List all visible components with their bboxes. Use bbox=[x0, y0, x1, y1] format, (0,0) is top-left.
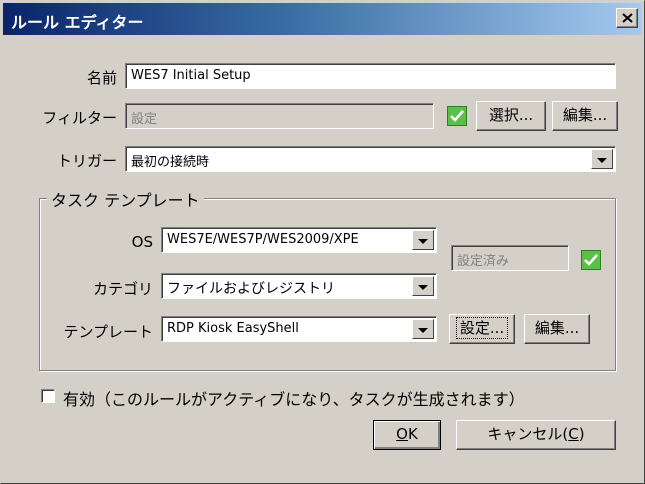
template-configured-checkbox[interactable] bbox=[581, 250, 601, 270]
cancel-mnemonic: C bbox=[568, 425, 579, 443]
trigger-label: トリガー bbox=[56, 152, 117, 170]
ok-label-rest: K bbox=[407, 425, 418, 443]
chevron-down-icon[interactable] bbox=[591, 149, 613, 169]
template-edit-button[interactable]: 編集... bbox=[524, 314, 590, 344]
cancel-label-suffix: ) bbox=[578, 425, 585, 443]
chevron-down-icon[interactable] bbox=[412, 276, 434, 296]
trigger-dropdown[interactable]: 最初の接続時 bbox=[125, 146, 616, 172]
cancel-label-prefix: キャンセル( bbox=[487, 425, 569, 443]
category-label: カテゴリ bbox=[92, 280, 153, 298]
check-icon bbox=[450, 110, 464, 122]
ok-button[interactable]: OK bbox=[373, 420, 441, 450]
check-icon bbox=[584, 254, 598, 266]
window-title: ルール エディター bbox=[11, 13, 144, 32]
template-settings-button[interactable]: 設定... bbox=[449, 314, 515, 344]
os-label: OS bbox=[131, 233, 153, 251]
ok-mnemonic: O bbox=[396, 425, 408, 443]
template-status-field: 設定済み bbox=[451, 245, 569, 271]
trigger-value: 最初の接続時 bbox=[131, 155, 210, 170]
filter-select-button[interactable]: 選択... bbox=[476, 101, 546, 131]
template-label: テンプレート bbox=[63, 323, 153, 341]
close-button[interactable] bbox=[616, 8, 638, 28]
name-label: 名前 bbox=[86, 69, 117, 87]
enable-label: 有効（このルールがアクティブになり、タスクが生成されます） bbox=[63, 390, 525, 409]
filter-label: フィルター bbox=[42, 109, 117, 127]
template-settings-label: 設定... bbox=[455, 317, 509, 339]
cancel-button[interactable]: キャンセル(C) bbox=[456, 420, 616, 450]
template-value: RDP Kiosk EasyShell bbox=[167, 321, 299, 336]
os-dropdown[interactable]: WES7E/WES7P/WES2009/XPE bbox=[161, 227, 437, 253]
close-icon bbox=[622, 13, 633, 23]
filter-edit-button[interactable]: 編集... bbox=[552, 101, 618, 131]
chevron-down-icon[interactable] bbox=[412, 230, 434, 250]
rule-editor-dialog: ルール エディター 名前 WES7 Initial Setup フィルター 設定… bbox=[0, 0, 645, 484]
template-dropdown[interactable]: RDP Kiosk EasyShell bbox=[161, 316, 437, 342]
category-dropdown[interactable]: ファイルおよびレジストリ bbox=[161, 273, 437, 299]
name-input[interactable]: WES7 Initial Setup bbox=[125, 63, 616, 89]
chevron-down-icon[interactable] bbox=[412, 319, 434, 339]
filter-configured-checkbox[interactable] bbox=[447, 106, 467, 126]
title-bar[interactable]: ルール エディター bbox=[3, 3, 642, 35]
filter-input: 設定 bbox=[125, 103, 434, 129]
category-value: ファイルおよびレジストリ bbox=[167, 281, 335, 297]
enable-checkbox[interactable] bbox=[41, 389, 55, 403]
os-value: WES7E/WES7P/WES2009/XPE bbox=[167, 232, 359, 247]
task-template-legend: タスク テンプレート bbox=[47, 187, 204, 211]
